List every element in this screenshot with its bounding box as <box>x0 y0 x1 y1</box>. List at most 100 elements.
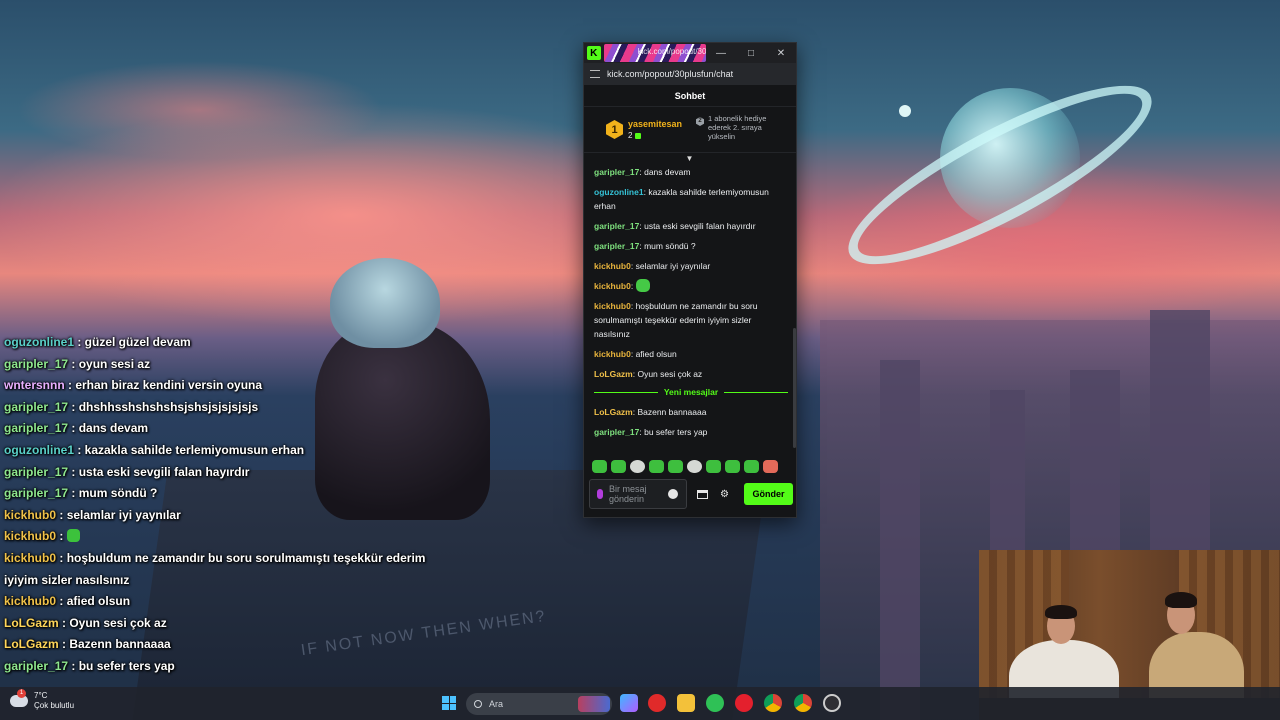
youtube-music-icon[interactable] <box>648 694 666 712</box>
site-settings-icon[interactable] <box>590 70 600 78</box>
chat-message-text: : selamlar iyi yaynılar <box>630 261 711 271</box>
search-highlight-image <box>578 696 610 712</box>
emote-icon[interactable] <box>611 460 626 473</box>
chat-title: Sohbet <box>674 90 706 101</box>
gift-count: 2 <box>628 131 633 140</box>
streamer-left-hair <box>1045 605 1077 619</box>
chat-message: kickhub0: afied olsun <box>594 347 788 361</box>
chat-username[interactable]: kickhub0 <box>594 301 631 311</box>
emote-icon[interactable] <box>763 460 778 473</box>
overlay-message-text: : kazakla sahilde terlemiyomusun erhan <box>74 442 305 457</box>
overlay-message-text: : dans devam <box>68 421 149 436</box>
obs-icon[interactable] <box>823 694 841 712</box>
emote-icon[interactable] <box>744 460 759 473</box>
chat-username[interactable]: garipler_17 <box>594 221 639 231</box>
overlay-chat-line: garipler_17 : oyun sesi az <box>4 354 444 376</box>
whatsapp-icon[interactable] <box>706 694 724 712</box>
chat-username[interactable]: garipler_17 <box>594 167 639 177</box>
overlay-username: garipler_17 <box>4 356 69 371</box>
pinned-gifter[interactable]: 1 yasemitesan 2 2 1 abonelik hediye eder… <box>584 107 796 153</box>
chat-message-text: : Oyun sesi çok az <box>632 369 703 379</box>
emote-icon[interactable] <box>725 460 740 473</box>
chat-username[interactable]: garipler_17 <box>594 427 639 437</box>
maximize-button[interactable]: □ <box>736 43 766 63</box>
overlay-username: kickhub0 <box>4 507 57 522</box>
emote-icon[interactable] <box>668 460 683 473</box>
chat-message: kickhub0: hoşbuldum ne zamandır bu soru … <box>594 299 788 341</box>
emote-icon[interactable] <box>706 460 721 473</box>
chrome-icon[interactable] <box>764 694 782 712</box>
chat-username[interactable]: kickhub0 <box>594 281 631 291</box>
emote-icon[interactable] <box>687 460 702 473</box>
chat-username[interactable]: LoLGazm <box>594 407 633 417</box>
chat-message: oguzonline1: kazakla sahilde terlemiyomu… <box>594 185 788 213</box>
chat-message-text: : usta eski sevgili falan hayırdır <box>639 221 756 231</box>
chat-popout-window: K kick.com/popout/30plusfun/ — □ ✕ kick.… <box>583 42 797 518</box>
overlay-username: kickhub0 <box>4 550 57 565</box>
overlay-message-text: : usta eski sevgili falan hayırdır <box>68 464 250 479</box>
overlay-chat-line: garipler_17 : dans devam <box>4 418 444 440</box>
address-bar[interactable]: kick.com/popout/30plusfun/chat <box>584 63 796 85</box>
gear-icon[interactable]: ⚙ <box>720 489 729 500</box>
overlay-message-text: : mum söndü ? <box>68 486 158 501</box>
streamer-right-hair <box>1165 592 1197 608</box>
url-text: kick.com/popout/30plusfun/chat <box>607 69 734 79</box>
overlay-chat-line: wntersnnn : erhan biraz kendini versin o… <box>4 375 444 397</box>
rank2-badge-icon: 2 <box>696 117 704 126</box>
weather-desc: Çok bulutlu <box>34 701 75 710</box>
mic-icon[interactable] <box>597 489 603 499</box>
overlay-chat-line: kickhub0 : hoşbuldum ne zamandır bu soru… <box>4 548 444 591</box>
windows-start-icon[interactable] <box>442 696 456 710</box>
minimize-button[interactable]: — <box>706 43 736 63</box>
weather-alert-badge: 1 <box>17 689 26 698</box>
emoji-picker-icon[interactable] <box>668 489 678 499</box>
chrome-profile-icon[interactable] <box>794 694 812 712</box>
emote-icon[interactable] <box>649 460 664 473</box>
chat-message: garipler_17: mum söndü ? <box>594 239 788 253</box>
emote-icon[interactable] <box>630 460 645 473</box>
chat-username[interactable]: kickhub0 <box>594 349 631 359</box>
overlay-message-text: : dhshhsshshshshsjshsjsjsjsjsjs <box>68 399 259 414</box>
copilot-icon[interactable] <box>620 694 638 712</box>
chat-username[interactable]: oguzonline1 <box>594 187 644 197</box>
overlay-username: LoLGazm <box>4 637 59 652</box>
overlay-chat-line: garipler_17 : dhshhsshshshshsjshsjsjsjsj… <box>4 397 444 419</box>
chat-username[interactable]: kickhub0 <box>594 261 631 271</box>
send-button[interactable]: Gönder <box>744 483 793 505</box>
chat-scrollbar[interactable] <box>793 328 796 448</box>
rank-badge-icon: 1 <box>606 120 623 139</box>
opera-icon[interactable] <box>735 694 753 712</box>
overlay-username: kickhub0 <box>4 594 57 609</box>
overlay-chat-line: LoLGazm : Oyun sesi çok az <box>4 613 444 635</box>
chat-message: garipler_17: usta eski sevgili falan hay… <box>594 219 788 233</box>
gifter-name: yasemitesan <box>628 119 683 129</box>
overlay-username: garipler_17 <box>4 399 69 414</box>
emote-icon[interactable] <box>592 460 607 473</box>
overlay-message-text: : afied olsun <box>56 594 131 609</box>
chat-username[interactable]: garipler_17 <box>594 241 639 251</box>
new-messages-divider: Yeni mesajlar <box>594 387 788 397</box>
chat-message: kickhub0: <box>594 279 788 293</box>
overlay-message-text: : Oyun sesi çok az <box>58 615 167 630</box>
store-icon[interactable] <box>697 489 708 499</box>
chat-message: garipler_17: bu sefer ters yap <box>594 425 788 439</box>
window-tab[interactable]: kick.com/popout/30plusfun/ <box>603 44 706 62</box>
overlay-chat-line: LoLGazm : Bazenn bannaaaa <box>4 634 444 656</box>
chat-message: kickhub0: selamlar iyi yaynılar <box>594 259 788 273</box>
chat-message-text: : mum söndü ? <box>639 241 696 251</box>
overlay-chat-line: garipler_17 : usta eski sevgili falan ha… <box>4 462 444 484</box>
tab-title: kick.com/popout/30plusfun/ <box>637 47 706 56</box>
overlay-message-text: : <box>56 529 67 544</box>
chat-input[interactable]: Bir mesaj gönderin <box>589 479 687 509</box>
file-explorer-icon[interactable] <box>677 694 695 712</box>
weather-widget[interactable]: 1 7°C Çok bulutlu <box>10 689 75 711</box>
overlay-chat-line: kickhub0 : afied olsun <box>4 591 444 613</box>
new-messages-label: Yeni mesajlar <box>663 387 719 397</box>
overlay-chat-line: kickhub0 : selamlar iyi yaynılar <box>4 505 444 527</box>
close-button[interactable]: ✕ <box>766 43 796 63</box>
overlay-chat-line: oguzonline1 : güzel güzel devam <box>4 332 444 354</box>
chat-username[interactable]: LoLGazm <box>594 369 633 379</box>
taskbar-search[interactable]: Ara <box>466 693 612 715</box>
overlay-chat-line: kickhub0 : <box>4 526 444 548</box>
overlay-username: garipler_17 <box>4 486 69 501</box>
